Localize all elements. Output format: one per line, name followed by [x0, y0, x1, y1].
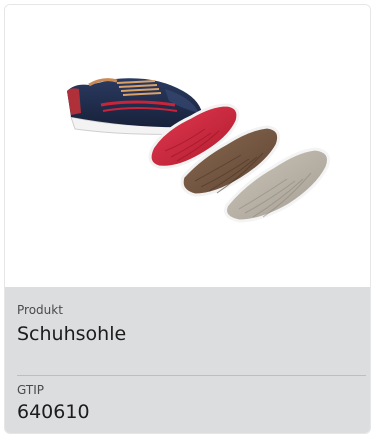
product-label: Produkt	[17, 303, 63, 317]
product-name: Schuhsohle	[17, 323, 127, 345]
product-card[interactable]: Produkt Schuhsohle GTIP 640610	[4, 4, 371, 434]
divider	[17, 375, 366, 376]
gtip-code: 640610	[17, 401, 90, 423]
product-info-panel: Produkt Schuhsohle GTIP 640610	[5, 287, 370, 433]
product-image	[5, 5, 370, 287]
gtip-label: GTIP	[17, 383, 44, 397]
